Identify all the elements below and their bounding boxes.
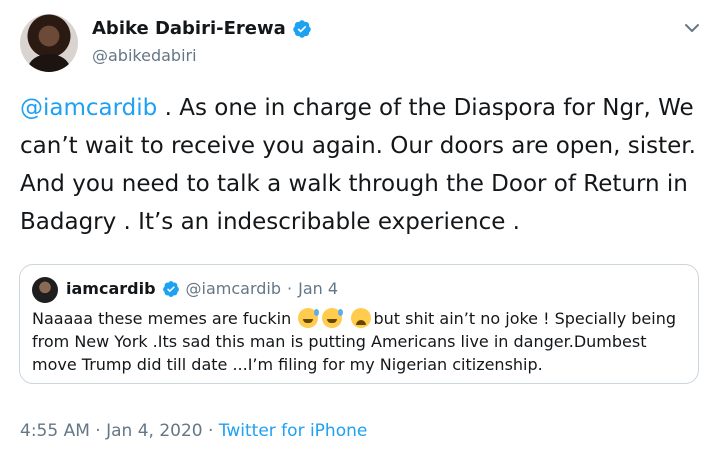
- quoted-tweet[interactable]: iamcardib @iamcardib · Jan 4 Naaaaa thes…: [19, 264, 699, 384]
- quoted-separator: ·: [287, 279, 293, 298]
- author-name-row: Abike Dabiri-Erewa: [92, 18, 312, 39]
- quoted-date[interactable]: Jan 4: [298, 279, 338, 298]
- tweet-footer: 4:55 AM · Jan 4, 2020 · Twitter for iPho…: [20, 421, 367, 441]
- verified-badge-icon: [162, 280, 179, 297]
- tweet-source-link[interactable]: Twitter for iPhone: [219, 421, 368, 441]
- author-handle[interactable]: @abikedabiri: [92, 46, 197, 65]
- grinning-sweat-emoji-icon: [322, 308, 344, 328]
- quoted-tweet-text: Naaaaa these memes are fuckin but shit a…: [32, 307, 688, 376]
- tweet-card: Abike Dabiri-Erewa @abikedabiri @iamcard…: [0, 0, 720, 460]
- quoted-text-part1: Naaaaa these memes are fuckin: [32, 309, 292, 328]
- chevron-down-icon[interactable]: [680, 16, 704, 40]
- author-avatar[interactable]: [20, 14, 78, 72]
- weary-face-emoji-icon: [351, 308, 372, 328]
- mention-link[interactable]: @iamcardib: [20, 95, 157, 121]
- author-display-name[interactable]: Abike Dabiri-Erewa: [92, 18, 286, 39]
- grinning-sweat-emoji-icon: [298, 308, 320, 328]
- quoted-author-name[interactable]: iamcardib: [66, 279, 156, 298]
- verified-badge-icon: [293, 19, 311, 38]
- quoted-author-handle[interactable]: @iamcardib: [186, 279, 282, 298]
- quoted-author-avatar[interactable]: [32, 277, 58, 303]
- quoted-tweet-header: iamcardib @iamcardib · Jan 4: [66, 279, 338, 298]
- tweet-timestamp[interactable]: 4:55 AM · Jan 4, 2020 ·: [20, 421, 219, 441]
- tweet-text: @iamcardib . As one in charge of the Dia…: [20, 89, 710, 241]
